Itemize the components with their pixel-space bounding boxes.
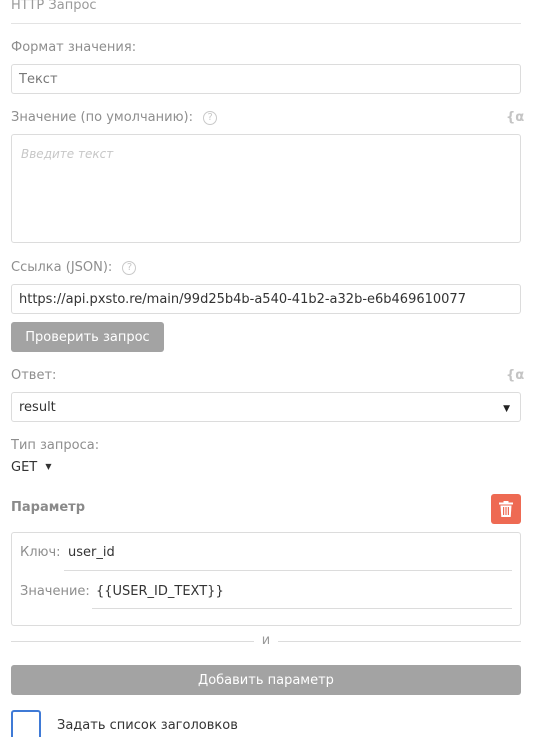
variable-insert-icon[interactable]: {α xyxy=(506,110,524,125)
parameter-title: Параметр xyxy=(11,500,86,515)
response-value: result xyxy=(19,399,56,415)
trash-icon xyxy=(499,501,513,517)
add-parameter-button[interactable]: Добавить параметр xyxy=(11,665,521,695)
url-value: https://api.pxsto.re/main/99d25b4b-a540-… xyxy=(19,291,466,307)
chevron-down-icon: ▼ xyxy=(45,462,52,471)
url-label: Ссылка (JSON): xyxy=(11,260,113,275)
headers-checkbox-label[interactable]: Задать список заголовков xyxy=(57,718,238,733)
separator-line-right xyxy=(278,641,521,642)
help-icon[interactable]: ? xyxy=(203,111,218,125)
check-request-label: Проверить запрос xyxy=(25,329,150,345)
param-value-input[interactable]: {{USER_ID_TEXT}} xyxy=(96,584,224,599)
default-value-label-row: Значение (по умолчанию): ? xyxy=(11,110,218,125)
format-label: Формат значения: xyxy=(11,40,137,55)
param-key-input[interactable]: user_id xyxy=(68,545,115,560)
format-value: Текст xyxy=(19,71,58,87)
url-label-row: Ссылка (JSON): ? xyxy=(11,260,137,275)
check-request-button[interactable]: Проверить запрос xyxy=(11,322,164,352)
separator-line-left xyxy=(11,641,254,642)
help-icon[interactable]: ? xyxy=(122,261,137,275)
add-parameter-label: Добавить параметр xyxy=(198,672,334,688)
default-value-label: Значение (по умолчанию): xyxy=(11,110,193,125)
request-type-dropdown[interactable]: GET ▼ xyxy=(11,460,52,475)
chevron-down-icon: ▼ xyxy=(503,404,510,414)
delete-parameter-button[interactable] xyxy=(491,494,521,524)
param-value-underline xyxy=(92,608,512,609)
section-title: HTTP Запрос xyxy=(11,0,97,13)
param-key-underline xyxy=(64,570,512,571)
response-label: Ответ: xyxy=(11,368,57,383)
default-value-placeholder: Введите текст xyxy=(21,147,114,161)
variable-insert-icon[interactable]: {α xyxy=(506,368,524,383)
section-divider xyxy=(11,23,521,24)
param-value-label: Значение: xyxy=(20,584,90,599)
format-select[interactable]: Текст xyxy=(11,64,521,94)
default-value-textarea[interactable]: Введите текст xyxy=(11,134,521,243)
parameter-box: Ключ: user_id Значение: {{USER_ID_TEXT}} xyxy=(11,532,521,626)
response-select[interactable]: result ▼ xyxy=(11,392,521,422)
url-input[interactable]: https://api.pxsto.re/main/99d25b4b-a540-… xyxy=(11,284,521,314)
request-type-label: Тип запроса: xyxy=(11,438,100,453)
separator-text: и xyxy=(261,633,271,648)
param-key-label: Ключ: xyxy=(20,545,61,560)
request-type-value: GET xyxy=(11,460,38,475)
headers-checkbox[interactable] xyxy=(11,710,41,737)
